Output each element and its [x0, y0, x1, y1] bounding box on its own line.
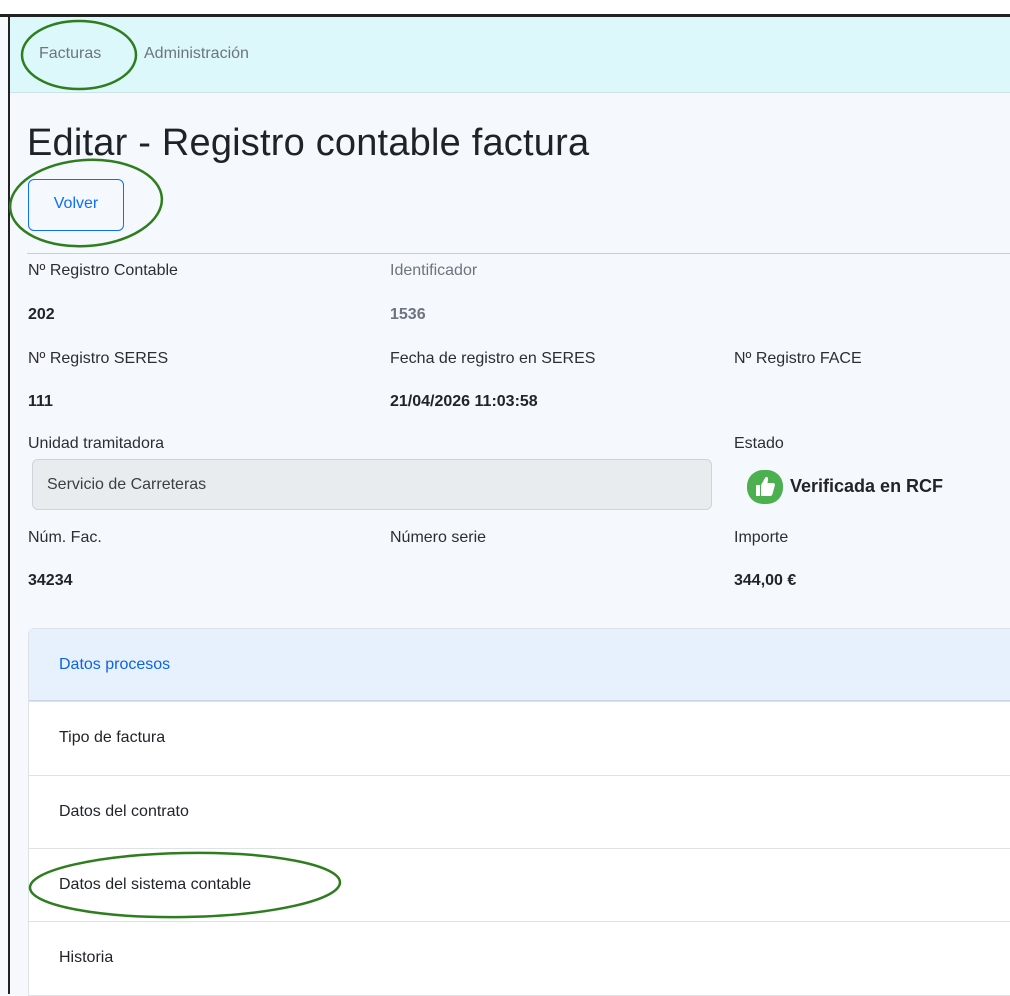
value-identificador: 1536	[390, 306, 426, 323]
value-fecha-seres: 21/04/2026 11:03:58	[390, 393, 538, 410]
value-num-fac: 34234	[28, 572, 73, 589]
nav-link-facturas[interactable]: Facturas	[39, 45, 101, 63]
accordion-item-tipo-factura[interactable]: Tipo de factura	[29, 701, 1010, 774]
label-fecha-seres: Fecha de registro en SERES	[390, 350, 596, 367]
accordion-item-historia[interactable]: Historia	[29, 921, 1010, 994]
label-importe: Importe	[734, 529, 789, 546]
label-identificador: Identificador	[390, 262, 478, 279]
label-registro-contable: Nº Registro Contable	[28, 262, 178, 279]
accordion-item-datos-contrato[interactable]: Datos del contrato	[29, 775, 1010, 848]
label-registro-seres: Nº Registro SERES	[28, 350, 169, 367]
label-estado: Estado	[734, 435, 784, 452]
status-badge: Verificada en RCF	[790, 476, 944, 496]
label-num-fac: Núm. Fac.	[28, 529, 102, 546]
nav-link-administracion[interactable]: Administración	[144, 45, 249, 63]
procesos-accordion: Datos procesos Tipo de factura Datos del…	[28, 628, 1010, 996]
section-divider	[27, 253, 1010, 254]
top-navbar: Facturas Administración	[10, 17, 1010, 93]
label-numero-serie: Número serie	[390, 529, 487, 546]
main-content: Editar - Registro contable factura Volve…	[10, 93, 1010, 996]
accordion-item-datos-sistema-contable[interactable]: Datos del sistema contable	[29, 848, 1010, 921]
page-title: Editar - Registro contable factura	[27, 122, 590, 164]
label-registro-face: Nº Registro FACE	[734, 350, 862, 367]
unidad-tramitadora-field[interactable]: Servicio de Carreteras	[32, 459, 712, 510]
back-button[interactable]: Volver	[28, 179, 124, 231]
value-registro-seres: 111	[28, 393, 53, 410]
label-unidad-tramitadora: Unidad tramitadora	[28, 435, 165, 452]
thumbs-up-icon	[747, 470, 783, 504]
value-registro-contable: 202	[28, 306, 55, 323]
value-importe: 344,00 €	[734, 572, 797, 589]
accordion-header-datos-procesos[interactable]: Datos procesos	[29, 629, 1010, 701]
